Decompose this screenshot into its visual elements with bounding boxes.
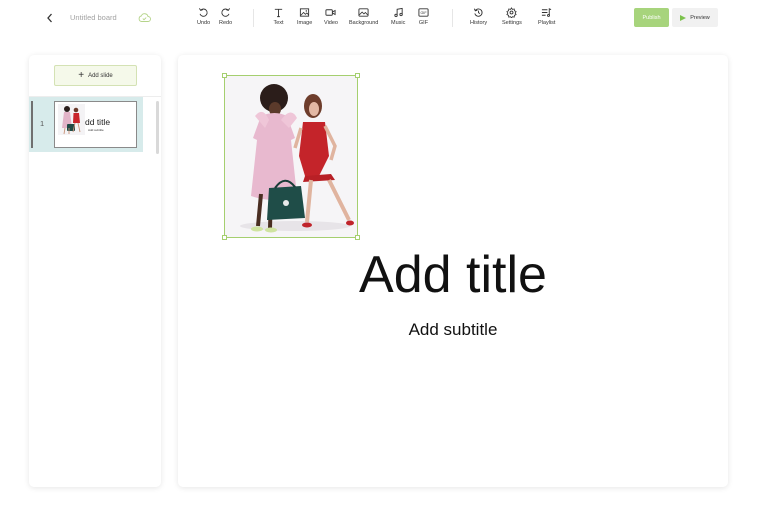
video-tool-label: Video	[324, 20, 338, 26]
gif-icon: GIF	[418, 8, 429, 17]
background-icon	[358, 8, 369, 17]
undo-icon	[199, 8, 208, 17]
thumbnail-subtitle: Add subtitle	[88, 128, 104, 132]
history-label: History	[470, 20, 488, 26]
music-tool-button[interactable]: Music	[391, 7, 405, 26]
play-icon	[680, 14, 687, 21]
slide-subtitle[interactable]: Add subtitle	[178, 320, 728, 340]
image-icon	[300, 8, 310, 17]
settings-label: Settings	[502, 20, 522, 26]
background-tool-button[interactable]: Background	[349, 7, 378, 26]
slide-thumbnail[interactable]: dd title Add subtitle	[54, 101, 137, 148]
undo-label: Undo	[197, 20, 211, 26]
playlist-button[interactable]: Playlist	[538, 7, 555, 26]
history-icon	[474, 8, 483, 17]
resize-handle-bottom-left[interactable]	[222, 235, 227, 240]
slide-canvas[interactable]: Add title Add subtitle	[178, 55, 728, 487]
resize-handle-top-left[interactable]	[222, 73, 227, 78]
thumbnail-title: dd title	[85, 117, 111, 127]
redo-icon	[221, 8, 231, 17]
music-icon	[394, 7, 403, 18]
slide-number: 1	[40, 119, 45, 128]
board-name[interactable]: Untitled board	[70, 13, 117, 22]
settings-button[interactable]: Settings	[502, 7, 522, 26]
preview-label: Preview	[690, 14, 710, 21]
text-tool-button[interactable]: Text	[273, 7, 284, 26]
text-tool-label: Text	[273, 20, 284, 26]
video-tool-button[interactable]: Video	[324, 7, 338, 26]
redo-button[interactable]: Redo	[219, 7, 232, 26]
redo-label: Redo	[219, 20, 233, 26]
add-slide-label: Add slide	[88, 72, 113, 79]
undo-button[interactable]: Undo	[197, 7, 210, 26]
resize-handle-bottom-right[interactable]	[355, 235, 360, 240]
back-button[interactable]	[43, 11, 57, 25]
chevron-left-icon	[47, 13, 52, 23]
thumbnail-photo	[58, 104, 85, 135]
history-button[interactable]: History	[470, 7, 487, 26]
background-tool-label: Background	[349, 20, 379, 26]
resize-handle-top-right[interactable]	[355, 73, 360, 78]
slide-image[interactable]	[222, 73, 360, 240]
gif-tool-label: GIF	[418, 20, 429, 26]
slides-panel: + Add slide 1 dd title Add subtitle	[29, 55, 161, 487]
slide-thumbnail-item[interactable]: 1 dd title Add subtitle	[29, 97, 143, 152]
toolbar-divider	[253, 9, 254, 27]
publish-button[interactable]: Publish	[634, 8, 669, 27]
panel-scrollbar[interactable]	[156, 101, 159, 154]
toolbar-divider	[452, 9, 453, 27]
gear-icon	[506, 7, 518, 18]
image-tool-label: Image	[297, 20, 313, 26]
preview-button[interactable]: Preview	[672, 8, 718, 27]
music-tool-label: Music	[391, 20, 406, 26]
svg-text:GIF: GIF	[420, 11, 427, 15]
top-toolbar: Untitled board Undo Redo Text Image Vide…	[0, 0, 757, 36]
text-icon	[274, 8, 283, 18]
playlist-label: Playlist	[538, 20, 556, 26]
video-icon	[325, 9, 337, 16]
playlist-icon	[542, 8, 552, 17]
active-slide-indicator	[31, 101, 33, 148]
fashion-photo	[225, 76, 357, 237]
image-tool-button[interactable]: Image	[297, 7, 312, 26]
slide-title[interactable]: Add title	[178, 245, 728, 305]
cloud-check-icon	[138, 13, 151, 22]
gif-tool-button[interactable]: GIF GIF	[418, 7, 429, 26]
add-slide-button[interactable]: + Add slide	[54, 65, 137, 86]
plus-icon: +	[78, 69, 85, 81]
